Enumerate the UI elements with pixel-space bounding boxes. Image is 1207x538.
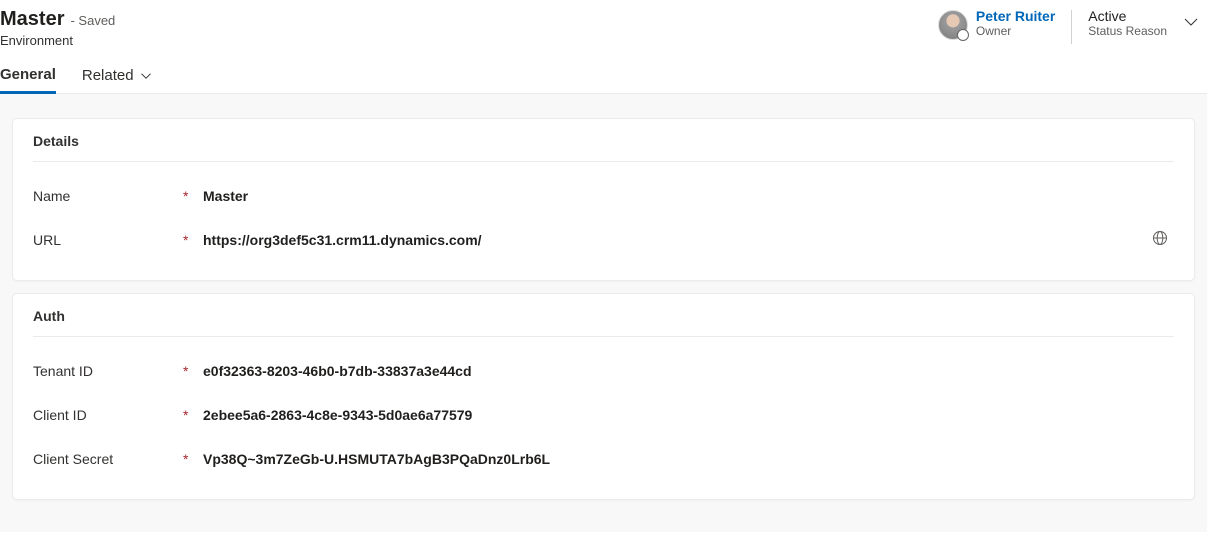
owner-avatar [938,10,968,40]
title-block: Master - Saved Environment [0,8,115,48]
field-name[interactable]: Name * Master [33,174,1174,218]
globe-icon[interactable] [1152,230,1174,251]
required-marker: * [183,451,203,467]
owner-name-link[interactable]: Peter Ruiter [976,8,1055,24]
field-tenant-id-value[interactable]: e0f32363-8203-46b0-b7db-33837a3e44cd [203,363,1174,379]
details-section: Details Name * Master URL * https://org3… [12,118,1195,281]
required-marker: * [183,188,203,204]
field-tenant-id-label: Tenant ID [33,363,183,379]
tab-general-label: General [0,66,56,83]
owner-block[interactable]: Peter Ruiter Owner [938,8,1055,40]
section-title-auth: Auth [33,308,1174,337]
required-marker: * [183,363,203,379]
expand-header-button[interactable] [1183,14,1199,35]
divider [1071,10,1072,44]
status-reason-label: Status Reason [1088,24,1167,38]
field-url[interactable]: URL * https://org3def5c31.crm11.dynamics… [33,218,1174,262]
required-marker: * [183,407,203,423]
field-name-value[interactable]: Master [203,188,1174,204]
field-client-secret[interactable]: Client Secret * Vp38Q~3m7ZeGb-U.HSMUTA7b… [33,437,1174,481]
saved-indicator: - Saved [70,13,115,28]
field-client-id-label: Client ID [33,407,183,423]
tab-related-label: Related [82,67,134,84]
field-client-id-value[interactable]: 2ebee5a6-2863-4c8e-9343-5d0ae6a77579 [203,407,1174,423]
form-tabs: General Related [0,48,1207,94]
required-marker: * [183,232,203,248]
chevron-down-icon [140,70,152,82]
form-header: Master - Saved Environment Peter Ruiter … [0,0,1207,48]
field-name-label: Name [33,188,183,204]
field-client-secret-value[interactable]: Vp38Q~3m7ZeGb-U.HSMUTA7bAgB3PQaDnz0Lrb6L [203,451,1174,467]
owner-role-label: Owner [976,24,1055,38]
section-title-details: Details [33,133,1174,162]
status-value: Active [1088,8,1167,24]
record-title: Master [0,8,64,31]
auth-section: Auth Tenant ID * e0f32363-8203-46b0-b7db… [12,293,1195,500]
field-client-id[interactable]: Client ID * 2ebee5a6-2863-4c8e-9343-5d0a… [33,393,1174,437]
entity-name: Environment [0,33,115,48]
tab-general[interactable]: General [0,66,56,94]
status-block[interactable]: Active Status Reason [1088,8,1167,38]
field-url-value[interactable]: https://org3def5c31.crm11.dynamics.com/ [203,232,1152,248]
chevron-down-icon [1183,14,1199,30]
tab-related[interactable]: Related [82,66,152,93]
field-tenant-id[interactable]: Tenant ID * e0f32363-8203-46b0-b7db-3383… [33,349,1174,393]
field-client-secret-label: Client Secret [33,451,183,467]
field-url-label: URL [33,232,183,248]
